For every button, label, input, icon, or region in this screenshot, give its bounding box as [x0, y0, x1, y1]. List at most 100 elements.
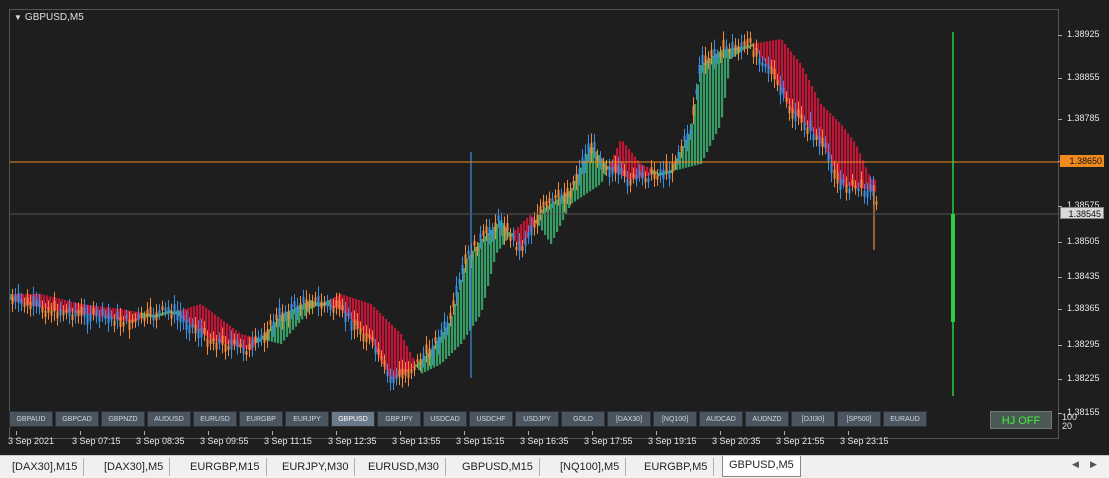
subwindow-label-bottom: 20: [1062, 421, 1073, 431]
chart-tab-eurjpy-m30[interactable]: EURJPY,M30: [276, 458, 356, 476]
candle-body: [353, 319, 356, 330]
candle-body: [464, 254, 467, 264]
price-tick-mark: [1058, 119, 1062, 120]
symbol-button-sp500[interactable]: [SP500]: [837, 411, 881, 427]
scroll-right-icon[interactable]: ▶: [1090, 459, 1097, 470]
cloud-segment: [190, 307, 193, 325]
candle-body: [854, 185, 857, 189]
candle-body: [221, 335, 224, 345]
cloud-segment: [472, 250, 475, 326]
candle-body: [41, 307, 44, 313]
symbol-button-gbpnzd[interactable]: GBPNZD: [101, 411, 145, 427]
candle-body: [491, 229, 494, 236]
candle-body: [104, 315, 107, 319]
candle-body: [671, 162, 674, 173]
symbol-button-nq100[interactable]: [NQ100]: [653, 411, 697, 427]
chart-tab--dax30--m15[interactable]: [DAX30],M15: [6, 458, 85, 476]
symbol-button-gbpusd[interactable]: GBPUSD: [331, 411, 375, 427]
symbol-button-gbpjpy[interactable]: GBPJPY: [377, 411, 421, 427]
symbol-button-euraud[interactable]: EURAUD: [883, 411, 927, 427]
cloud-segment: [544, 207, 547, 235]
chart-tab-eurgbp-m5[interactable]: EURGBP,M5: [638, 458, 715, 476]
symbol-button-dji30[interactable]: [DJI30]: [791, 411, 835, 427]
time-tick-label: 3 Sep 19:15: [648, 436, 697, 446]
cloud-segment: [163, 312, 166, 316]
cloud-segment: [808, 80, 811, 128]
symbol-button-audnzd[interactable]: AUDNZD: [745, 411, 789, 427]
candle-body: [833, 169, 836, 179]
candle-body: [521, 246, 524, 251]
candle-body: [500, 220, 503, 228]
candle-body: [440, 329, 443, 336]
cloud-segment: [277, 318, 280, 344]
symbol-button-usdcad[interactable]: USDCAD: [423, 411, 467, 427]
candle-body: [653, 170, 656, 179]
symbol-button-gold[interactable]: GOLD: [561, 411, 605, 427]
symbol-button-gbpcad[interactable]: GBPCAD: [55, 411, 99, 427]
symbol-button-audusd[interactable]: AUDUSD: [147, 411, 191, 427]
candle-body: [218, 338, 221, 344]
candle-body: [452, 300, 455, 308]
cloud-segment: [703, 62, 706, 158]
cloud-segment: [478, 242, 481, 317]
cloud-segment: [856, 146, 859, 188]
candle-body: [191, 324, 194, 328]
candle-body: [242, 347, 245, 354]
time-tick-mark: [720, 431, 721, 435]
chart-tab-gbpusd-m15[interactable]: GBPUSD,M15: [456, 458, 540, 476]
candle-body: [770, 66, 773, 75]
symbol-button-usdjpy[interactable]: USDJPY: [515, 411, 559, 427]
time-tick-label: 3 Sep 13:55: [392, 436, 441, 446]
candle-body: [539, 206, 542, 213]
symbol-button-usdchf[interactable]: USDCHF: [469, 411, 513, 427]
candle-body: [485, 226, 488, 234]
symbol-button-audcad[interactable]: AUDCAD: [699, 411, 743, 427]
cloud-segment: [463, 268, 466, 340]
candle-body: [47, 307, 50, 313]
candle-body: [59, 309, 62, 316]
symbol-button-eurgbp[interactable]: EURGBP: [239, 411, 283, 427]
chart-tab-eurgbp-m15[interactable]: EURGBP,M15: [184, 458, 267, 476]
price-axis[interactable]: 1.389251.388551.387851.387101.385751.385…: [1058, 9, 1109, 439]
chart-tab--dax30--m5[interactable]: [DAX30],M5: [98, 458, 171, 476]
candle-body: [503, 225, 506, 236]
candle-body: [278, 307, 281, 318]
hj-toggle-button[interactable]: HJ OFF: [990, 411, 1052, 429]
candle-body: [62, 311, 65, 316]
symbol-button-gbpaud[interactable]: GBPAUD: [9, 411, 53, 427]
symbol-button-eurusd[interactable]: EURUSD: [193, 411, 237, 427]
candle-body: [497, 215, 500, 222]
chart-tab-gbpusd-m5[interactable]: GBPUSD,M5: [722, 456, 801, 477]
candle-body: [431, 346, 434, 357]
chart-tab--nq100--m5[interactable]: [NQ100],M5: [554, 458, 627, 476]
candle-body: [380, 356, 383, 361]
price-chart[interactable]: [10, 10, 1058, 438]
candle-body: [536, 213, 539, 225]
candle-body: [821, 137, 824, 147]
candle-body: [365, 333, 368, 343]
candle-body: [848, 188, 851, 194]
candle-body: [608, 167, 611, 177]
candle-body: [458, 279, 461, 284]
candle-body: [92, 307, 95, 314]
chart-tab-eurusd-m30[interactable]: EURUSD,M30: [362, 458, 446, 476]
chart-window[interactable]: ▼GBPUSD,M5 1.389251.388551.387851.387101…: [0, 0, 1109, 455]
dropdown-triangle-icon[interactable]: ▼: [14, 13, 22, 22]
candle-body: [416, 359, 419, 363]
candle-body: [764, 63, 767, 68]
candle-body: [665, 162, 668, 172]
current-price-badge: 1.38545: [1060, 207, 1104, 219]
cloud-segment: [865, 167, 868, 190]
cloud-segment: [217, 316, 220, 342]
candle-body: [422, 353, 425, 361]
chart-plot-area[interactable]: ▼ GBPUSD,M5: [9, 9, 1059, 439]
cloud-segment: [853, 141, 856, 187]
symbol-button-eurjpy[interactable]: EURJPY: [285, 411, 329, 427]
candle-body: [668, 170, 671, 179]
price-tick-mark: [1058, 379, 1062, 380]
candle-body: [488, 227, 491, 236]
scroll-left-icon[interactable]: ◀: [1072, 459, 1079, 470]
cloud-segment: [832, 116, 835, 167]
symbol-button-dax30[interactable]: [DAX30]: [607, 411, 651, 427]
cloud-segment: [409, 352, 412, 371]
